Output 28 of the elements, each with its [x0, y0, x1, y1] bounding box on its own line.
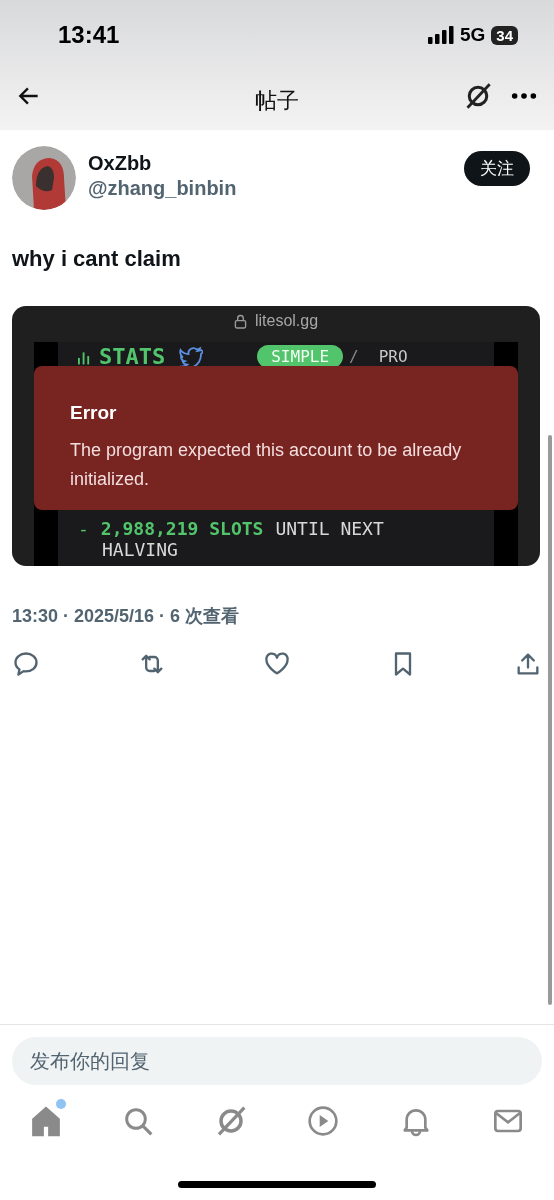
bird-icon[interactable]: [179, 346, 204, 367]
home-icon[interactable]: [30, 1105, 62, 1137]
url-text: litesol.gg: [254, 312, 319, 330]
search-icon[interactable]: [122, 1105, 155, 1137]
post-text: why i cant claim: [12, 246, 182, 272]
slots-count: 2,988,219 SLOTS: [100, 518, 264, 539]
signal-icon: [427, 26, 454, 44]
error-title: Error: [70, 402, 118, 424]
follow-button[interactable]: 关注: [464, 151, 530, 186]
slashed-circle-icon[interactable]: [464, 82, 492, 110]
lock-icon: [233, 313, 247, 329]
page-title: 帖子: [255, 87, 299, 115]
play-icon[interactable]: [307, 1105, 340, 1137]
mode-toggle[interactable]: PRO: [364, 345, 422, 368]
countdown-label: UNTIL NEXT: [275, 518, 384, 539]
countdown-bullet: -: [78, 518, 89, 539]
author-handle[interactable]: @zhang_binbin: [88, 177, 452, 200]
network-label: 5G: [459, 24, 486, 46]
reply-icon[interactable]: [12, 650, 40, 678]
status-time: 13:41: [58, 21, 120, 49]
error-message: The program expected this account to be already initialized.: [70, 439, 463, 491]
stats-label[interactable]: STATS: [99, 344, 166, 369]
post-meta: 13:30 · 2025/5/16 · 6 次查看: [12, 605, 241, 628]
reply-field[interactable]: 发布你的回复: [12, 1037, 542, 1085]
countdown-label: HALVING: [101, 539, 179, 560]
battery-level: 34: [491, 25, 518, 45]
mode-separator: /: [349, 347, 359, 366]
author-name[interactable]: OxZbb: [88, 152, 452, 175]
